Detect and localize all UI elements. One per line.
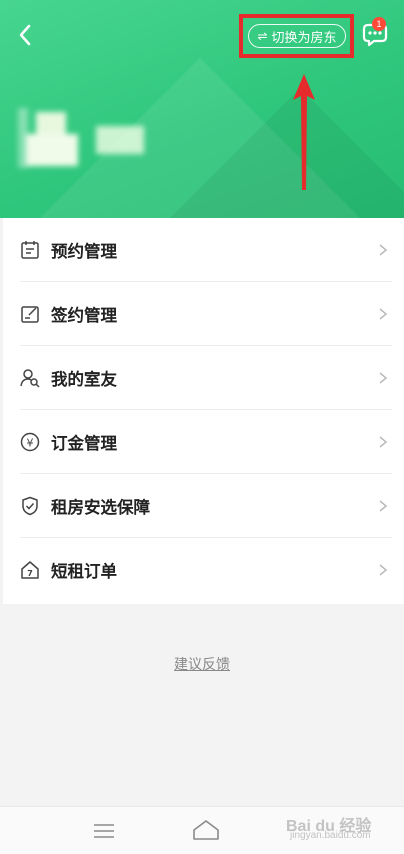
roommate-search-icon bbox=[20, 369, 40, 388]
menu-item-contracts[interactable]: 签约管理 bbox=[3, 282, 404, 346]
chevron-right-icon bbox=[379, 436, 388, 448]
menu-item-roommates[interactable]: 我的室友 bbox=[3, 346, 404, 410]
menu-item-label: 订金管理 bbox=[51, 434, 117, 453]
menu-icon[interactable] bbox=[93, 823, 115, 839]
menu-item-label: 短租订单 bbox=[51, 562, 117, 581]
svg-text:7: 7 bbox=[27, 569, 33, 578]
menu-item-deposits[interactable]: ¥ 订金管理 bbox=[3, 410, 404, 474]
watermark: Bai du 经验 jingyan.baidu.com bbox=[286, 818, 372, 841]
chevron-right-icon bbox=[379, 308, 388, 320]
contract-edit-icon bbox=[21, 306, 39, 323]
user-name bbox=[96, 126, 144, 154]
menu-item-label: 签约管理 bbox=[51, 306, 117, 325]
highlight-annotation-box bbox=[239, 14, 354, 58]
svg-text:¥: ¥ bbox=[27, 437, 34, 450]
chevron-right-icon bbox=[379, 372, 388, 384]
menu-item-label: 预约管理 bbox=[51, 242, 117, 261]
menu-item-appointments[interactable]: 预约管理 bbox=[3, 218, 404, 282]
chevron-right-icon bbox=[379, 500, 388, 512]
avatar[interactable] bbox=[18, 108, 88, 170]
menu-item-short-rent-orders[interactable]: 7 短租订单 bbox=[3, 538, 404, 602]
home-icon[interactable] bbox=[192, 819, 220, 841]
shield-check-icon bbox=[22, 496, 38, 516]
chevron-left-icon bbox=[19, 24, 31, 46]
yuan-coin-icon: ¥ bbox=[20, 432, 40, 452]
menu-item-label: 我的室友 bbox=[51, 370, 117, 389]
menu-item-rental-guarantee[interactable]: 租房安选保障 bbox=[3, 474, 404, 538]
feedback-link[interactable]: 建议反馈 bbox=[0, 654, 404, 674]
menu-item-label: 租房安选保障 bbox=[51, 498, 150, 517]
chevron-right-icon bbox=[379, 564, 388, 576]
red-arrow-annotation bbox=[293, 74, 315, 190]
menu-list: 预约管理 签约管理 我的室友 ¥ 订金管理 租房安选保障 7 短租订单 bbox=[3, 218, 404, 604]
back-button[interactable] bbox=[12, 22, 38, 48]
calendar-icon bbox=[21, 241, 39, 259]
chevron-right-icon bbox=[379, 244, 388, 256]
message-count-badge: 1 bbox=[372, 17, 386, 31]
house-seven-icon: 7 bbox=[21, 561, 39, 579]
